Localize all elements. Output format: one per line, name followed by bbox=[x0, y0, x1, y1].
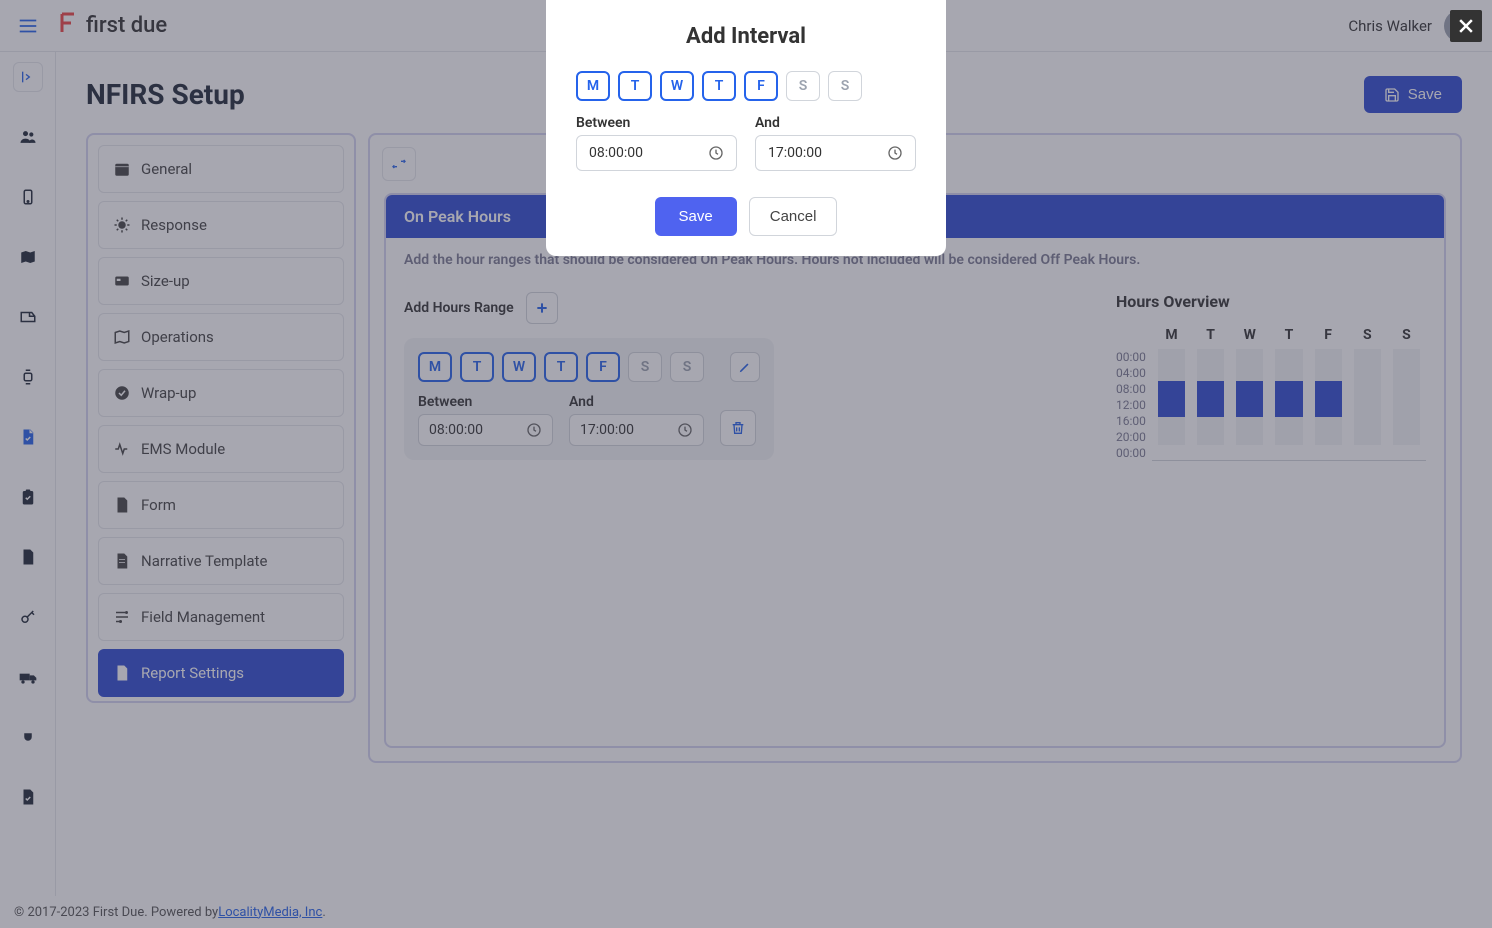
modal-overlay[interactable]: Add Interval M T W T F S S Between 08:00… bbox=[0, 0, 1492, 928]
modal-and-value: 17:00:00 bbox=[768, 145, 822, 161]
modal-between-label: Between bbox=[576, 115, 737, 131]
modal-day-mon[interactable]: M bbox=[576, 71, 610, 101]
modal-day-fri[interactable]: F bbox=[744, 71, 778, 101]
modal-day-tue[interactable]: T bbox=[618, 71, 652, 101]
modal-day-thu[interactable]: T bbox=[702, 71, 736, 101]
modal-day-wed[interactable]: W bbox=[660, 71, 694, 101]
clock-icon bbox=[887, 145, 903, 161]
modal-between-input[interactable]: 08:00:00 bbox=[576, 135, 737, 171]
modal-and-label: And bbox=[755, 115, 916, 131]
modal-and-input[interactable]: 17:00:00 bbox=[755, 135, 916, 171]
modal-actions: Save Cancel bbox=[576, 197, 916, 236]
clock-icon bbox=[708, 145, 724, 161]
close-icon bbox=[1456, 16, 1476, 36]
modal-title: Add Interval bbox=[576, 24, 916, 49]
modal-days: M T W T F S S bbox=[576, 71, 916, 101]
modal-between-group: Between 08:00:00 bbox=[576, 115, 737, 171]
modal-between-value: 08:00:00 bbox=[589, 145, 643, 161]
modal-close-button[interactable] bbox=[1450, 10, 1482, 42]
modal-day-sat[interactable]: S bbox=[786, 71, 820, 101]
modal-cancel-button[interactable]: Cancel bbox=[749, 197, 838, 236]
add-interval-modal: Add Interval M T W T F S S Between 08:00… bbox=[546, 0, 946, 256]
modal-save-button[interactable]: Save bbox=[655, 197, 737, 236]
modal-and-group: And 17:00:00 bbox=[755, 115, 916, 171]
modal-time-row: Between 08:00:00 And 17:00:00 bbox=[576, 115, 916, 171]
modal-day-sun[interactable]: S bbox=[828, 71, 862, 101]
